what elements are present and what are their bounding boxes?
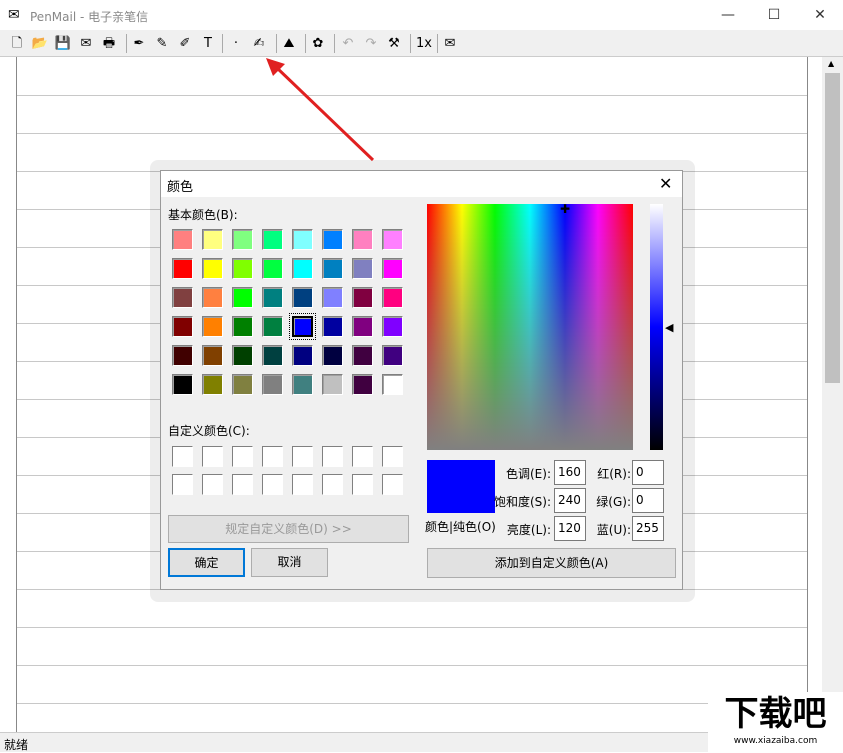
annotation-arrow-line bbox=[274, 65, 375, 162]
annotation-overlay bbox=[266, 58, 375, 162]
